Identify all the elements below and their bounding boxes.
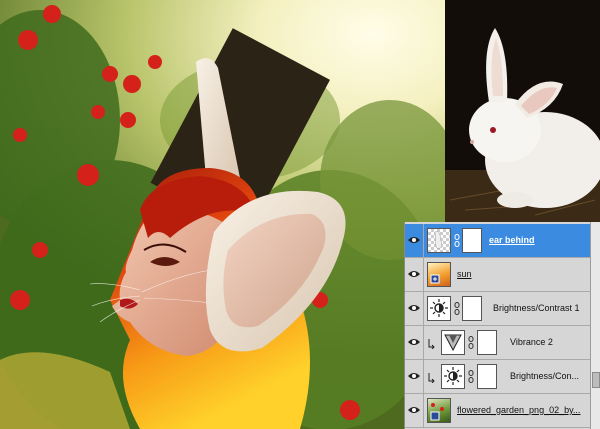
brightness-contrast-icon[interactable] [441,364,465,389]
rabbit-reference-photo [445,0,600,222]
layers-panel: ear behind sun Brightness/Contrast 1 Vib… [404,222,600,429]
visibility-cell[interactable] [405,394,424,427]
eye-icon[interactable] [407,369,421,383]
layer-thumbnail[interactable] [427,228,451,253]
clipping-arrow-icon [428,373,435,383]
layer-thumbnail[interactable] [427,262,451,287]
layer-row-brightness-contrast-2[interactable]: Brightness/Con... [405,360,592,394]
layer-name[interactable]: Vibrance 2 [510,337,553,348]
chain-link-icon[interactable] [454,234,460,247]
clipping-arrow-icon [428,339,435,349]
layer-row-vibrance-2[interactable]: Vibrance 2 [405,326,592,360]
layer-row-flowered-garden[interactable]: flowered_garden_png_02_by... [405,394,592,428]
layer-mask-thumbnail[interactable] [477,330,497,355]
layer-mask-thumbnail[interactable] [477,364,497,389]
vibrance-icon[interactable] [441,330,465,355]
layer-row-brightness-contrast-1[interactable]: Brightness/Contrast 1 [405,292,592,326]
layer-name[interactable]: Brightness/Contrast 1 [493,303,580,314]
layer-row-ear-behind[interactable]: ear behind [405,224,592,258]
scrollbar-thumb[interactable] [592,372,600,388]
visibility-cell[interactable] [405,224,424,257]
chain-link-icon[interactable] [468,370,474,383]
layer-name[interactable]: flowered_garden_png_02_by... [457,405,580,416]
visibility-cell[interactable] [405,258,424,291]
visibility-cell[interactable] [405,360,424,393]
eye-icon[interactable] [407,301,421,315]
layer-name[interactable]: ear behind [489,235,535,246]
layer-thumbnail[interactable] [427,398,451,423]
chain-link-icon[interactable] [454,302,460,315]
brightness-contrast-icon[interactable] [427,296,451,321]
layer-mask-thumbnail[interactable] [462,228,482,253]
eye-icon[interactable] [407,403,421,417]
layer-row-sun[interactable]: sun [405,258,592,292]
eye-icon[interactable] [407,267,421,281]
visibility-cell[interactable] [405,292,424,325]
eye-icon[interactable] [407,335,421,349]
photoshop-workspace: ear behind sun Brightness/Contrast 1 Vib… [0,0,600,429]
layer-mask-thumbnail[interactable] [462,296,482,321]
layer-name[interactable]: Brightness/Con... [510,371,579,382]
layers-scrollbar[interactable] [590,222,600,429]
layer-name[interactable]: sun [457,269,472,280]
eye-icon[interactable] [407,233,421,247]
visibility-cell[interactable] [405,326,424,359]
chain-link-icon[interactable] [468,336,474,349]
